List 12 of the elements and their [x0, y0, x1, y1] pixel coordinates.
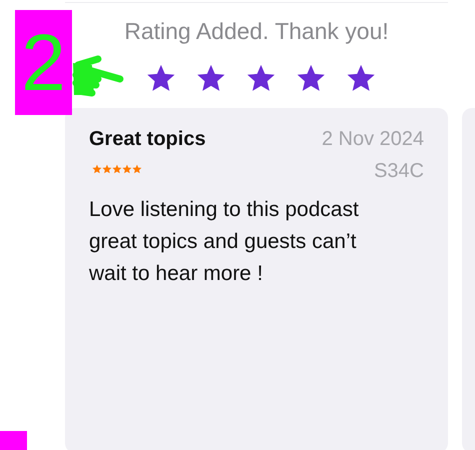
step-number: 2 — [21, 22, 66, 102]
star-icon — [146, 63, 176, 93]
reviewer-name: S34C — [374, 159, 424, 184]
star-icon — [246, 63, 276, 93]
pointing-hand-icon — [70, 53, 126, 99]
review-date: 2 Nov 2024 — [322, 127, 424, 152]
star-icon — [346, 63, 376, 93]
star-icon — [196, 63, 226, 93]
star-icon — [296, 63, 326, 93]
review-title: Great topics — [89, 127, 206, 152]
rating-confirmation: Rating Added. Thank you! — [124, 17, 389, 45]
review-text: Love listening to this podcast great topics and guests can’t wait to hear more ! — [89, 197, 360, 287]
